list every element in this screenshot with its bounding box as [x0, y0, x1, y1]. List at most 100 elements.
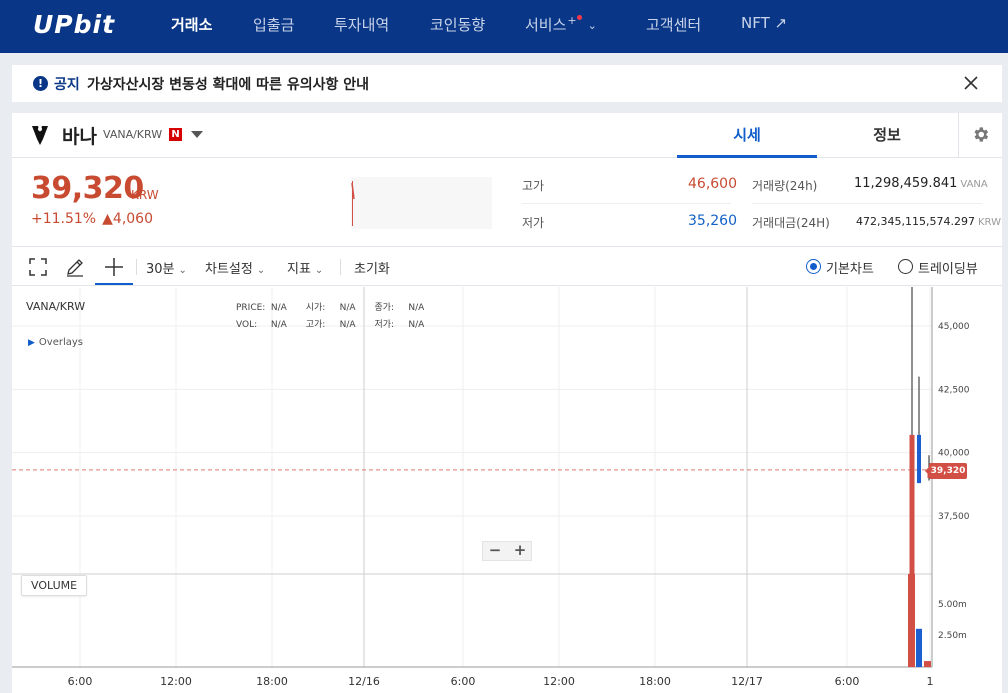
nav-exchange[interactable]: 거래소 — [171, 14, 212, 35]
ohlc-high: N/A — [339, 320, 356, 330]
low-value: 35,260 — [688, 213, 737, 229]
change-amount: 4,060 — [112, 211, 153, 227]
time-tick-label: 18:00 — [256, 675, 288, 688]
volume-tick-label: 5.00m — [938, 600, 967, 610]
volume-tag: VOLUME — [21, 575, 88, 596]
price-tick-label: 37,500 — [938, 512, 970, 522]
candle-body — [909, 434, 915, 574]
ohlc-open-label: 시가: — [305, 303, 326, 313]
volume-label: 거래량(24h) — [752, 179, 818, 193]
high-value: 46,600 — [688, 176, 737, 192]
ohlc-close-label: 종가: — [374, 303, 395, 313]
chart-canvas[interactable]: 45,000 42,500 40,000 37,500 5.00m 2.50m 6:00 12… — [12, 287, 1002, 693]
fullscreen-icon[interactable] — [27, 256, 49, 278]
turnover-value: 472,345,115,574.297 — [856, 215, 975, 228]
indicators-label: 지표 — [287, 262, 311, 277]
basic-chart-label[interactable]: 기본차트 — [826, 258, 874, 277]
turnover-unit: KRW — [977, 217, 1001, 228]
chevron-down-icon: ⌄ — [178, 265, 187, 276]
notice-link[interactable]: 가상자산시장 변동성 확대에 따른 유의사항 안내 — [87, 74, 369, 94]
close-icon[interactable] — [960, 72, 982, 94]
volume-bar — [924, 661, 931, 667]
ohlc-high-label: 고가: — [305, 320, 326, 330]
chevron-down-icon: ⌄ — [587, 19, 597, 32]
turnover-label: 거래대금(24H) — [752, 216, 830, 230]
top-nav: UPbit 거래소 입출금 투자내역 코인동향 서비스+ ⌄ 고객센터 NFT ↗ — [0, 0, 1008, 53]
new-badge: N — [169, 128, 182, 141]
time-tick-label: 6:00 — [835, 675, 860, 688]
zoom-in-button[interactable]: + — [508, 541, 532, 559]
overlays-label: Overlays — [38, 337, 84, 348]
chevron-down-icon: ⌄ — [256, 265, 266, 276]
price-change: +11.51% ▲4,060 — [31, 211, 153, 227]
zoom-controls: − + — [482, 541, 532, 561]
chart-settings-label: 차트설정 — [205, 262, 253, 277]
coin-logo-icon — [29, 123, 51, 147]
nav-coin-trends[interactable]: 코인동향 — [430, 14, 485, 35]
alert-icon: ! — [33, 76, 48, 91]
nav-services-plus: + — [567, 14, 577, 27]
mini-chart — [351, 177, 492, 229]
reset-button[interactable]: 초기화 — [354, 258, 390, 277]
price-tick-label: 45,000 — [938, 322, 970, 332]
basic-chart-radio[interactable] — [806, 259, 821, 274]
nav-services-label: 서비스 — [525, 16, 567, 34]
price-chart[interactable]: 45,000 42,500 40,000 37,500 5.00m 2.50m 6:00 12… — [12, 287, 1002, 693]
crosshair-icon[interactable] — [103, 256, 125, 278]
tradingview-radio[interactable] — [898, 259, 913, 274]
price-tick-label: 40,000 — [938, 449, 970, 459]
time-tick-label: 18:00 — [639, 675, 671, 688]
time-tick-label: 12/17 — [731, 675, 763, 688]
notice-bar: ! 공지 가상자산시장 변동성 확대에 따른 유의사항 안내 — [12, 65, 1002, 102]
trading-panel: 바나 VANA/KRW N 시세 정보 39,320 KRW +11.51% ▲4… — [12, 113, 1002, 693]
tab-quote[interactable]: 시세 — [677, 113, 817, 158]
tradingview-label[interactable]: 트레이딩뷰 — [918, 258, 978, 277]
nav-investments[interactable]: 투자내역 — [334, 14, 389, 35]
pencil-icon[interactable] — [64, 256, 86, 278]
nav-deposit-withdraw[interactable]: 입출금 — [253, 14, 294, 35]
volume-unit: VANA — [960, 179, 988, 190]
volume-24h: 11,298,459.841 VANA — [854, 176, 988, 191]
coin-pair: VANA/KRW — [103, 128, 163, 141]
upbit-logo[interactable]: UPbit — [33, 10, 115, 39]
interval-label: 30분 — [146, 262, 175, 277]
time-tick-label: 1 — [927, 675, 934, 688]
volume-bar — [916, 628, 922, 667]
time-tick-label: 6:00 — [68, 675, 93, 688]
price-tick-label: 42,500 — [938, 385, 970, 395]
coin-header: 바나 VANA/KRW N 시세 정보 — [12, 113, 1002, 158]
nav-customer-center[interactable]: 고객센터 — [646, 14, 701, 35]
chevron-down-icon: ⌄ — [314, 265, 324, 276]
low-label: 저가 — [522, 216, 545, 230]
indicators-select[interactable]: 지표 ⌄ — [287, 258, 323, 277]
chart-settings-select[interactable]: 차트설정 ⌄ — [205, 258, 265, 277]
nav-nft[interactable]: NFT ↗ — [741, 14, 787, 32]
coin-dropdown-icon[interactable] — [191, 131, 203, 138]
price-unit: KRW — [131, 188, 159, 202]
overlays-toggle[interactable]: ▶ Overlays — [28, 337, 83, 348]
toolbar-divider — [340, 259, 341, 275]
ohlc-row-2: VOL: N/A 고가: N/A 저가: N/A — [236, 317, 424, 330]
time-tick-label: 6:00 — [451, 675, 476, 688]
tab-info[interactable]: 정보 — [817, 113, 957, 158]
ohlc-low: N/A — [408, 320, 425, 330]
ohlc-open: N/A — [339, 303, 356, 313]
chart-toolbar: 30분 ⌄ 차트설정 ⌄ 지표 ⌄ 초기화 기본차트 트레이딩뷰 — [12, 246, 1002, 286]
up-arrow-icon: ▲ — [102, 211, 113, 227]
zoom-out-button[interactable]: − — [483, 541, 507, 559]
ohlc-price: N/A — [270, 303, 287, 313]
ohlc-close: N/A — [408, 303, 425, 313]
ohlc-vol: N/A — [270, 320, 287, 330]
stat-divider — [752, 203, 982, 204]
triangle-right-icon: ▶ — [28, 338, 35, 348]
turnover-24h: 472,345,115,574.297 KRW — [856, 214, 1001, 228]
nav-services[interactable]: 서비스+ ⌄ — [525, 14, 597, 35]
stat-divider — [522, 203, 731, 204]
volume-bar — [908, 574, 915, 667]
time-tick-label: 12/16 — [348, 675, 380, 688]
time-tick-label: 12:00 — [160, 675, 192, 688]
interval-select[interactable]: 30분 ⌄ — [146, 258, 187, 277]
settings-button[interactable] — [958, 113, 1002, 158]
volume-tick-label: 2.50m — [938, 631, 967, 641]
notice-label: 공지 — [54, 77, 80, 93]
